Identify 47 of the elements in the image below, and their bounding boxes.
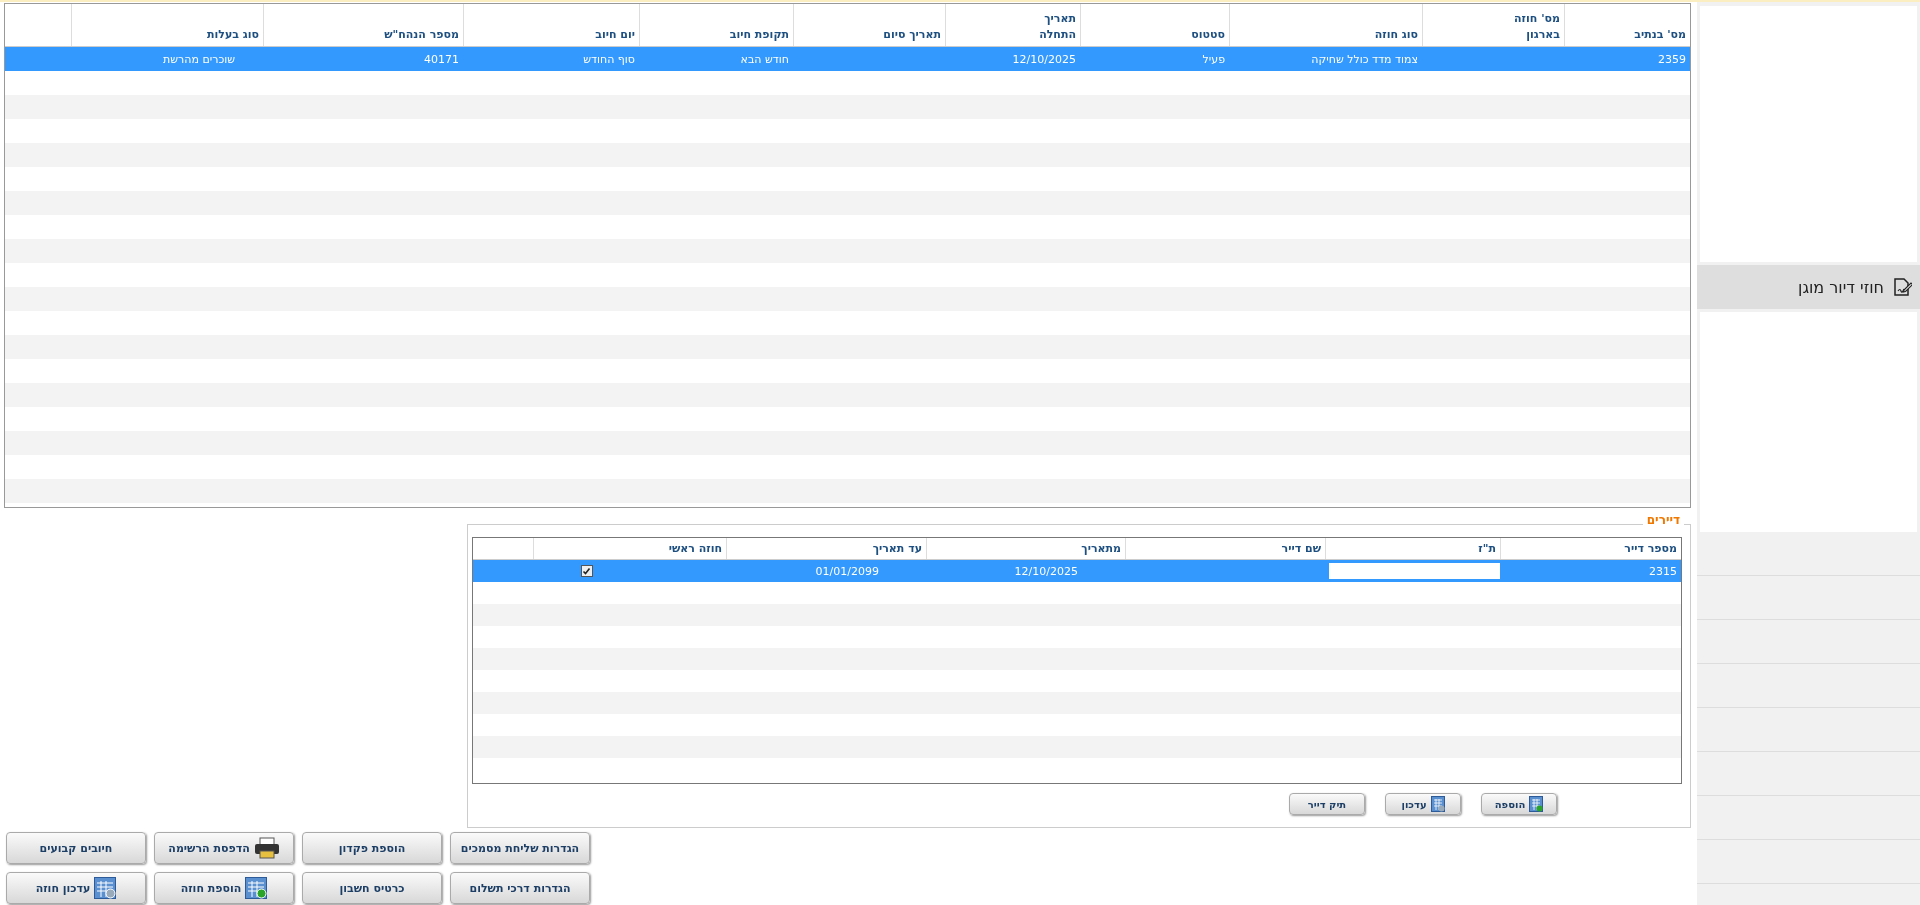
- table-cell: 12/10/2025: [1012, 52, 1076, 66]
- sidebar-item[interactable]: חוזי דיור מוגן: [1697, 265, 1920, 309]
- column-header[interactable]: תאריך התחלה: [945, 4, 1080, 46]
- action-button[interactable]: עדכון חוזה: [6, 872, 146, 904]
- sheet-gear-icon: [94, 877, 117, 899]
- table-cell: 40171: [424, 52, 459, 66]
- action-button[interactable]: חיובים קבועים: [6, 832, 146, 864]
- table-cell: שוכרים מהרשת: [163, 52, 235, 66]
- column-header[interactable]: מתאריך: [926, 538, 1125, 559]
- table-cell: 2359: [1658, 52, 1686, 66]
- document-pen-icon: [1892, 277, 1912, 297]
- column-header[interactable]: מס' חוזה בארגון: [1422, 4, 1564, 46]
- table-cell: חודש הבא: [740, 52, 789, 66]
- table-cell: צמוד מדד כולל שחיקה: [1311, 52, 1418, 66]
- action-button[interactable]: הוספת פקדון: [302, 832, 442, 864]
- table-cell: 2315: [1649, 564, 1677, 578]
- column-header[interactable]: מספר הנהח"ש: [263, 4, 463, 46]
- action-button[interactable]: כרטיס חשבון: [302, 872, 442, 904]
- column-header[interactable]: תקופת חיוב: [639, 4, 793, 46]
- sheet-plus-icon: [245, 877, 268, 899]
- toolbar-button[interactable]: עדכון: [1385, 793, 1461, 815]
- column-header[interactable]: מס' בנתיב: [1564, 4, 1690, 46]
- column-header[interactable]: עד תאריך: [726, 538, 926, 559]
- column-header[interactable]: חוזה ראשי: [533, 538, 726, 559]
- action-button[interactable]: הוספת חוזה: [154, 872, 294, 904]
- printer-icon: [253, 837, 280, 859]
- column-header[interactable]: יום חיוב: [463, 4, 639, 46]
- sheet-gear-icon: [1430, 796, 1445, 812]
- table-cell: סוף החודש: [583, 52, 635, 66]
- toolbar-button[interactable]: הוספה: [1481, 793, 1557, 815]
- column-header[interactable]: ת"ז: [1325, 538, 1500, 559]
- table-cell: פעיל: [1202, 52, 1225, 66]
- sheet-plus-icon: [1529, 796, 1544, 812]
- row-highlight[interactable]: [5, 47, 1690, 71]
- action-button[interactable]: הדפסת הרשימה: [154, 832, 294, 864]
- action-button[interactable]: הגדרות דרכי תשלום: [450, 872, 590, 904]
- action-button[interactable]: הגדרות שליחת מסמכים: [450, 832, 590, 864]
- column-header[interactable]: מספר דייר: [1500, 538, 1681, 559]
- column-header[interactable]: שם דייר: [1125, 538, 1325, 559]
- column-header[interactable]: סטטוס: [1080, 4, 1229, 46]
- table-cell: 01/01/2099: [815, 564, 879, 578]
- column-header[interactable]: סוג בעלות: [71, 4, 263, 46]
- toolbar-button[interactable]: תיק דייר: [1289, 793, 1365, 815]
- column-header[interactable]: סוג חוזה: [1229, 4, 1422, 46]
- input-field[interactable]: [1329, 563, 1500, 579]
- table-cell: 12/10/2025: [1014, 564, 1078, 578]
- column-header[interactable]: תאריך סיום: [793, 4, 945, 46]
